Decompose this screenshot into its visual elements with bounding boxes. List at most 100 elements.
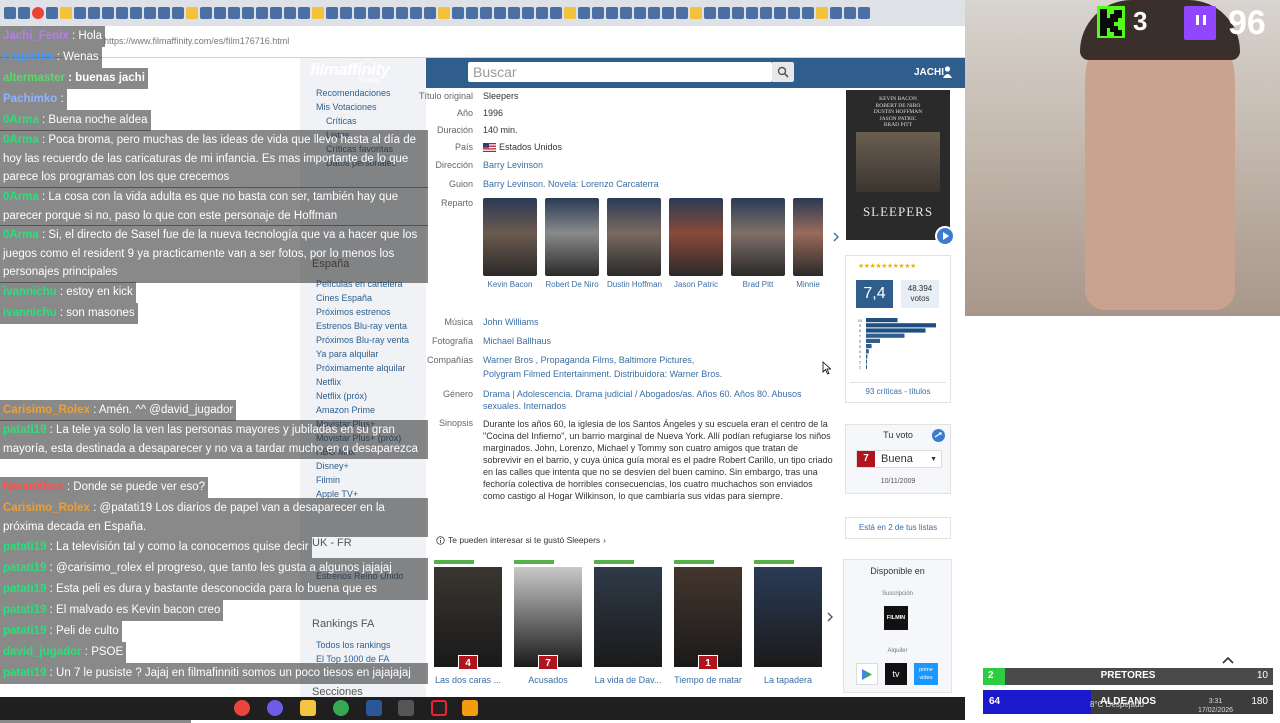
browser-tab[interactable]	[172, 7, 184, 19]
sidebar-item-spain[interactable]: Amazon Prime	[316, 405, 375, 415]
chat-username[interactable]: patati19	[3, 541, 46, 553]
browser-tab[interactable]	[536, 7, 548, 19]
chat-username[interactable]: patati19	[3, 583, 46, 595]
cast-member[interactable]: Robert De Niro	[545, 198, 599, 289]
browser-tab[interactable]	[690, 7, 702, 19]
sidebar-item[interactable]: Recomendaciones	[316, 88, 391, 98]
recommendation-card[interactable]: La tapadera	[754, 560, 822, 685]
sidebar-item[interactable]: Listas	[326, 130, 350, 140]
chevron-up-icon[interactable]	[1222, 655, 1234, 665]
browser-tab[interactable]	[46, 7, 58, 19]
sidebar-item-spain[interactable]: Movistar Plus+ (próx)	[316, 433, 401, 443]
browser-tab[interactable]	[32, 7, 44, 19]
chat-username[interactable]: Carisimo_Rolex	[3, 502, 90, 514]
browser-tab[interactable]	[144, 7, 156, 19]
sidebar-item[interactable]: Mis Votaciones	[316, 102, 377, 112]
genre-line-1[interactable]: Drama | Adolescencia. Drama judicial / A…	[483, 389, 802, 399]
companies-line-2[interactable]: Polygram Filmed Entertainment. Distribui…	[483, 369, 722, 379]
browser-tab[interactable]	[312, 7, 324, 19]
vlc-taskbar-icon[interactable]	[462, 700, 478, 716]
sidebar-item-spain[interactable]: Cines España	[316, 293, 372, 303]
browser-taskbar-icon[interactable]	[333, 700, 349, 716]
browser-tab[interactable]	[382, 7, 394, 19]
sidebar-item[interactable]: Críticas favoritas	[326, 144, 393, 154]
browser-tab[interactable]	[368, 7, 380, 19]
votes-count[interactable]: 48.394 votos	[901, 280, 939, 308]
recommendation-card[interactable]: 7 Acusados	[514, 560, 582, 685]
photography-link[interactable]: Michael Ballhaus	[483, 336, 551, 346]
browser-tab[interactable]	[88, 7, 100, 19]
browser-tab[interactable]	[774, 7, 786, 19]
browser-tab[interactable]	[816, 7, 828, 19]
cast-member[interactable]: Minnie	[793, 198, 823, 289]
music-link[interactable]: John Williams	[483, 317, 539, 327]
browser-tab[interactable]	[704, 7, 716, 19]
browser-tab[interactable]	[606, 7, 618, 19]
filmin-provider[interactable]: FILMIN	[884, 606, 908, 630]
word-taskbar-icon[interactable]	[366, 700, 382, 716]
sidebar-item[interactable]: Datos personales	[326, 158, 396, 168]
chat-username[interactable]: patati19	[3, 562, 46, 574]
cast-member[interactable]: Jason Patric	[669, 198, 723, 289]
browser-tab[interactable]	[578, 7, 590, 19]
browser-tab[interactable]	[326, 7, 338, 19]
sidebar-item-spain[interactable]: Netflix	[316, 377, 341, 387]
browser-tab[interactable]	[634, 7, 646, 19]
chat-username[interactable]: Carisimo_Rolex	[3, 404, 90, 416]
folder-taskbar-icon[interactable]	[300, 700, 316, 716]
browser-tab[interactable]	[760, 7, 772, 19]
sidebar-item-rankings[interactable]: El Top 1000 de FA	[316, 654, 389, 664]
chat-username[interactable]: patati19	[3, 667, 46, 679]
my-vote-select[interactable]: 7 Buena ▼	[856, 450, 942, 468]
obs-taskbar-icon[interactable]	[431, 700, 447, 716]
search-button[interactable]	[772, 62, 794, 82]
prime-video-provider[interactable]: prime video	[914, 663, 938, 685]
sidebar-item-spain[interactable]: Netflix (próx)	[316, 391, 367, 401]
browser-tab[interactable]	[396, 7, 408, 19]
browser-tab[interactable]	[214, 7, 226, 19]
film-poster[interactable]: KEVIN BACON ROBERT DE NIRO DUSTIN HOFFMAN J…	[846, 90, 950, 240]
browser-tab[interactable]	[746, 7, 758, 19]
browser-tab[interactable]	[858, 7, 870, 19]
trailer-play-button[interactable]	[935, 226, 955, 246]
cast-member[interactable]: Brad Pitt	[731, 198, 785, 289]
browser-tab[interactable]	[648, 7, 660, 19]
chat-username[interactable]: ivannichu	[3, 286, 57, 298]
browser-tab[interactable]	[522, 7, 534, 19]
reco-next-arrow-icon[interactable]	[826, 612, 834, 622]
browser-tab[interactable]	[228, 7, 240, 19]
browser-tab[interactable]	[18, 7, 30, 19]
browser-tab[interactable]	[802, 7, 814, 19]
reviews-link[interactable]: 93 críticas - títulos	[845, 387, 951, 396]
recommendation-card[interactable]: 1 Tiempo de matar	[674, 560, 742, 685]
browser-tab[interactable]	[102, 7, 114, 19]
sidebar-item-spain[interactable]: Disney+	[316, 461, 349, 471]
sidebar-item-spain[interactable]: Filmin	[316, 475, 340, 485]
browser-tab[interactable]	[494, 7, 506, 19]
my-lists-link[interactable]: Está en 2 de tus listas	[845, 517, 951, 539]
browser-tab[interactable]	[116, 7, 128, 19]
window-taskbar-icon[interactable]	[398, 700, 414, 716]
chat-username[interactable]: patati19	[3, 604, 46, 616]
user-menu[interactable]: JACHI	[914, 67, 944, 78]
chat-username[interactable]: 0Arma	[3, 114, 39, 126]
browser-tab[interactable]	[298, 7, 310, 19]
browser-tab[interactable]	[270, 7, 282, 19]
browser-tab[interactable]	[200, 7, 212, 19]
chat-username[interactable]: 0Arma	[3, 191, 39, 203]
browser-tab[interactable]	[844, 7, 856, 19]
browser-tab[interactable]	[830, 7, 842, 19]
browser-tab[interactable]	[410, 7, 422, 19]
sidebar-item-rankings[interactable]: Todos los rankings	[316, 640, 391, 650]
google-play-provider[interactable]	[856, 663, 878, 685]
browser-tab[interactable]	[158, 7, 170, 19]
sidebar-item-spain[interactable]: Películas en cartelera	[316, 279, 403, 289]
cast-next-arrow-icon[interactable]	[832, 232, 840, 242]
browser-tab[interactable]	[60, 7, 72, 19]
weather-status[interactable]: 8°C Despejado	[1090, 700, 1144, 709]
browser-tab[interactable]	[466, 7, 478, 19]
url-text[interactable]: https://www.filmaffinity.com/es/film1767…	[104, 36, 289, 46]
sidebar-item-uk[interactable]: Estrenos Reino Unido	[316, 571, 404, 581]
script-link[interactable]: Barry Levinson. Novela: Lorenzo Carcater…	[483, 179, 659, 189]
chat-username[interactable]: david_jugador	[3, 646, 82, 658]
